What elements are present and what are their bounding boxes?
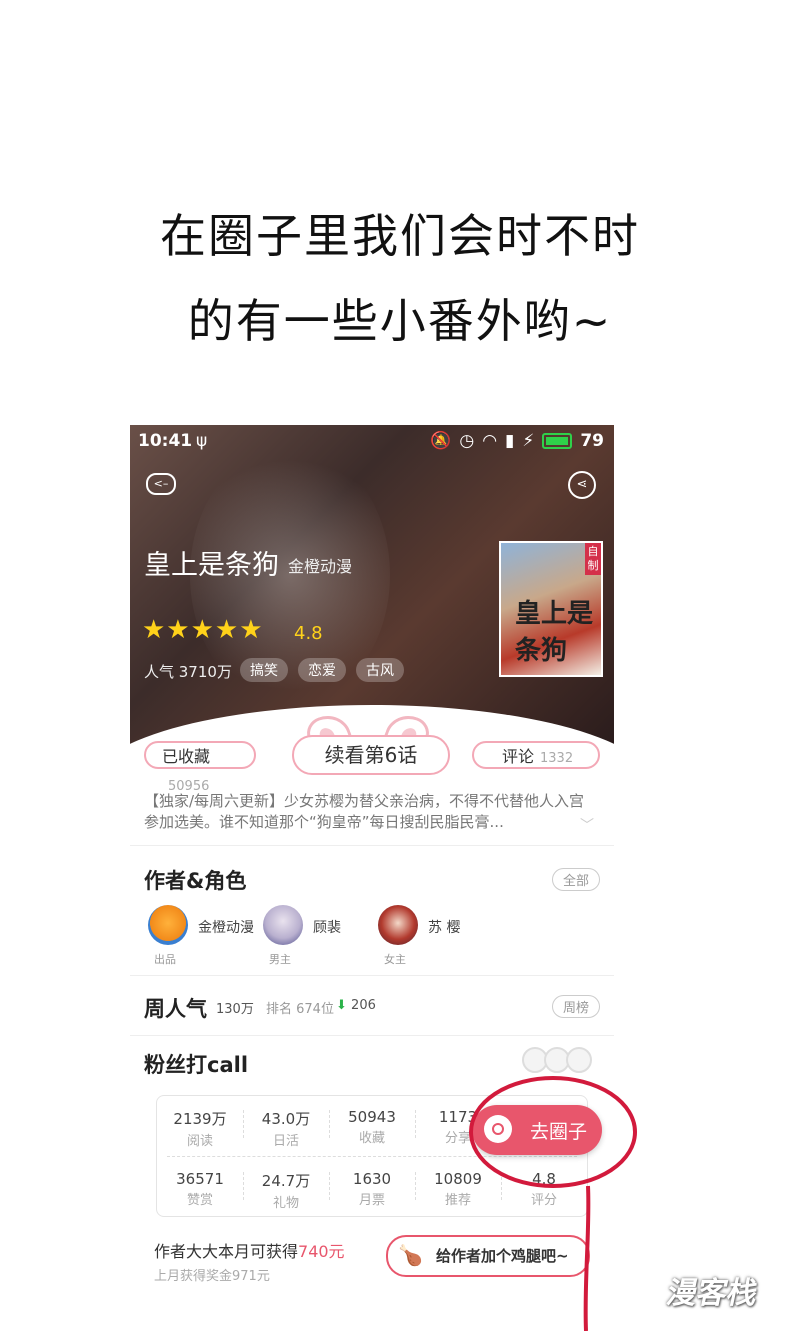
- stat-item: 2139万 阅读: [173, 1110, 227, 1149]
- rank-change: ⬇ 206: [336, 998, 376, 1013]
- divider: [130, 975, 614, 976]
- stat-item: 24.7万 礼物: [261, 1172, 311, 1211]
- app-screenshot: 10:41 ψ 🔕 ◷ ◠ ▮ ⚡ 79 <– ⋖ 皇上是条狗 金橙动漫 ★★★…: [130, 425, 614, 1295]
- character-list: 金橙动漫 出品 顾裴 男主 苏 樱 女主: [144, 903, 604, 973]
- drumstick-icon: 🍗: [398, 1243, 423, 1267]
- comic-publisher[interactable]: 金橙动漫: [288, 553, 352, 577]
- donut-icon: [484, 1115, 512, 1143]
- avatar: [378, 905, 418, 945]
- caption-line-1: 在圈子里我们会时不时: [160, 209, 640, 263]
- give-drumstick-label: 给作者加个鸡腿吧~: [436, 1247, 569, 1265]
- mute-icon: 🔕: [430, 431, 452, 451]
- cover-title: 皇上是条狗: [515, 599, 594, 666]
- character-item[interactable]: 金橙动漫 出品: [144, 903, 254, 973]
- stat-item: 36571 赞赏: [176, 1170, 224, 1208]
- stat-item: 1630 月票: [352, 1170, 392, 1208]
- charging-icon: ⚡: [522, 431, 535, 451]
- comment-label: 评论: [502, 747, 535, 766]
- weekly-section-title: 周人气: [144, 997, 207, 1021]
- character-item[interactable]: 苏 樱 女主: [374, 903, 484, 973]
- share-icon[interactable]: ⋖: [568, 471, 596, 499]
- divider: [130, 845, 614, 846]
- fan-avatar: [566, 1047, 592, 1073]
- comic-description[interactable]: 【独家/每周六更新】少女苏樱为替父亲治病，不得不代替他人入宫参加选美。谁不知道那…: [144, 791, 594, 833]
- tag[interactable]: 恋爱: [298, 658, 346, 682]
- battery-icon: [542, 433, 573, 449]
- avatar: [148, 905, 188, 945]
- rank-change-value: 206: [351, 998, 376, 1013]
- signal-icon: ▮: [505, 431, 515, 451]
- battery-level: 79: [580, 431, 604, 451]
- caption-line-2: 的有一些小番外哟~: [187, 294, 613, 348]
- chevron-down-icon[interactable]: ﹀: [580, 815, 594, 835]
- arrow-up-icon: ⬇: [336, 998, 347, 1013]
- continue-reading-button[interactable]: 续看第6话: [292, 735, 450, 775]
- character-role: 出品: [154, 953, 176, 966]
- comic-title: 皇上是条狗: [144, 550, 279, 581]
- go-to-circle-label: 去圈子: [530, 1121, 588, 1143]
- authors-section-title: 作者&角色: [144, 869, 247, 893]
- action-row: 已收藏50956 续看第6话 评论 1332: [130, 735, 614, 794]
- weekly-count: 130万: [216, 1002, 254, 1017]
- comic-cover[interactable]: 自制 皇上是条狗: [499, 541, 603, 677]
- tag[interactable]: 古风: [356, 658, 404, 682]
- give-drumstick-button[interactable]: 🍗 给作者加个鸡腿吧~: [386, 1235, 590, 1277]
- stat-item: 50943 收藏: [348, 1108, 396, 1146]
- comment-count: 1332: [540, 751, 574, 766]
- status-time: 10:41: [138, 431, 193, 451]
- comment-button[interactable]: 评论 1332: [472, 741, 600, 769]
- character-name: 金橙动漫: [198, 920, 254, 936]
- stat-item: 4.8 评分: [530, 1170, 557, 1208]
- alarm-icon: ◷: [459, 431, 475, 451]
- collect-button[interactable]: 已收藏50956: [144, 741, 256, 794]
- watermark-logo: 漫客栈: [663, 1276, 761, 1311]
- all-authors-button[interactable]: 全部: [551, 868, 600, 891]
- character-item[interactable]: 顾裴 男主: [259, 903, 369, 973]
- original-badge: 自制: [585, 543, 601, 575]
- go-to-circle-button[interactable]: 去圈子: [472, 1105, 602, 1155]
- reward-text: 作者大大本月可获得740元: [154, 1242, 345, 1261]
- status-bar: 10:41 ψ 🔕 ◷ ◠ ▮ ⚡ 79: [130, 429, 614, 457]
- character-name: 顾裴: [313, 920, 341, 936]
- stat-item: 43.0万 日活: [261, 1110, 311, 1149]
- character-name: 苏 樱: [428, 920, 461, 936]
- divider: [130, 1035, 614, 1036]
- weekly-chart-button[interactable]: 周榜: [551, 995, 600, 1018]
- popularity: 人气 3710万: [144, 663, 232, 681]
- last-month-reward: 上月获得奖金971元: [154, 1269, 270, 1284]
- fan-ranking[interactable]: [522, 1047, 592, 1073]
- avatar: [263, 905, 303, 945]
- tag[interactable]: 搞笑: [240, 658, 288, 682]
- fans-section-title: 粉丝打call: [144, 1053, 249, 1077]
- wifi-icon: ◠: [482, 431, 498, 451]
- stat-item: 10809 推荐: [434, 1170, 482, 1208]
- tag-list: 搞笑 恋爱 古风: [240, 658, 404, 682]
- collect-label: 已收藏: [162, 747, 211, 766]
- weekly-rank: 排名 674位: [266, 1002, 334, 1017]
- rating-stars: ★★★★★: [142, 615, 264, 645]
- usb-icon: ψ: [196, 431, 208, 451]
- reward-amount: 740元: [298, 1242, 345, 1261]
- character-role: 女主: [384, 953, 406, 966]
- back-button[interactable]: <–: [146, 473, 176, 495]
- rating-score: 4.8: [294, 623, 323, 644]
- character-role: 男主: [269, 953, 291, 966]
